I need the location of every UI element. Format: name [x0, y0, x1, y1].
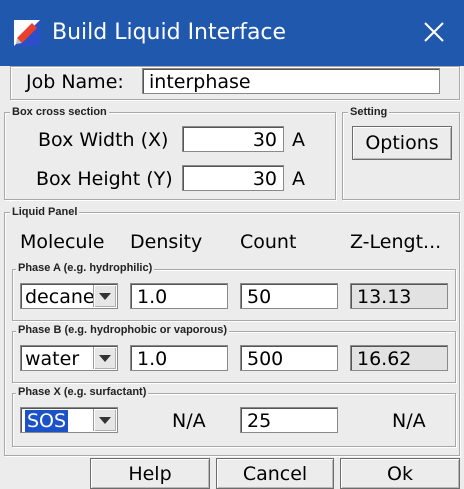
- box-width-unit: A: [292, 129, 305, 151]
- setting-title: Setting: [348, 106, 390, 119]
- window-title: Build Liquid Interface: [52, 20, 287, 45]
- phase-b-title: Phase B (e.g. hydrophobic or vaporous): [16, 324, 230, 337]
- chevron-down-icon[interactable]: [93, 409, 116, 431]
- phase-x-molecule-select[interactable]: SOS: [20, 407, 118, 433]
- dialog-body: Job Name: interphase Box cross section B…: [0, 66, 464, 489]
- options-button[interactable]: Options: [352, 126, 452, 160]
- phase-x-zlength-value: N/A: [392, 410, 426, 432]
- header-count: Count: [240, 231, 297, 253]
- phase-a-zlength-field: 13.13: [350, 283, 448, 309]
- phase-b-molecule-select[interactable]: water: [20, 345, 118, 371]
- title-bar[interactable]: Build Liquid Interface: [0, 0, 464, 66]
- phase-x-molecule-value: SOS: [25, 410, 69, 432]
- close-icon[interactable]: [418, 16, 450, 48]
- app-icon: [14, 20, 40, 46]
- help-button[interactable]: Help: [90, 458, 210, 489]
- phase-x-density-value: N/A: [172, 410, 206, 432]
- header-density: Density: [130, 231, 203, 253]
- phase-a-count-field[interactable]: 50: [240, 283, 338, 309]
- liquid-panel-title: Liquid Panel: [10, 206, 80, 219]
- phase-x-title: Phase X (e.g. surfactant): [16, 386, 149, 399]
- job-name-field[interactable]: interphase: [142, 68, 440, 94]
- phase-a-molecule-select[interactable]: decane: [20, 283, 118, 309]
- phase-b-density-field[interactable]: 1.0: [130, 345, 228, 371]
- header-molecule: Molecule: [20, 231, 105, 253]
- phase-b-zlength-field: 16.62: [350, 345, 448, 371]
- phase-b-molecule-value: water: [25, 348, 80, 370]
- phase-a-molecule-value: decane: [25, 286, 95, 308]
- box-height-field[interactable]: 30: [182, 165, 284, 191]
- box-height-unit: A: [292, 168, 305, 190]
- cancel-button[interactable]: Cancel: [216, 458, 334, 489]
- chevron-down-icon[interactable]: [93, 285, 116, 307]
- phase-a-density-field[interactable]: 1.0: [130, 283, 228, 309]
- phase-b-count-field[interactable]: 500: [240, 345, 338, 371]
- header-z-length: Z-Lengt...: [350, 231, 442, 253]
- box-cross-section-title: Box cross section: [10, 106, 109, 119]
- box-height-label: Box Height (Y): [36, 168, 173, 190]
- box-width-field[interactable]: 30: [182, 126, 284, 152]
- phase-a-title: Phase A (e.g. hydrophilic): [16, 262, 155, 275]
- phase-x-count-field[interactable]: 25: [240, 407, 338, 433]
- job-name-label: Job Name:: [26, 71, 124, 93]
- chevron-down-icon[interactable]: [93, 347, 116, 369]
- box-width-label: Box Width (X): [38, 129, 169, 151]
- ok-button[interactable]: Ok: [340, 458, 460, 489]
